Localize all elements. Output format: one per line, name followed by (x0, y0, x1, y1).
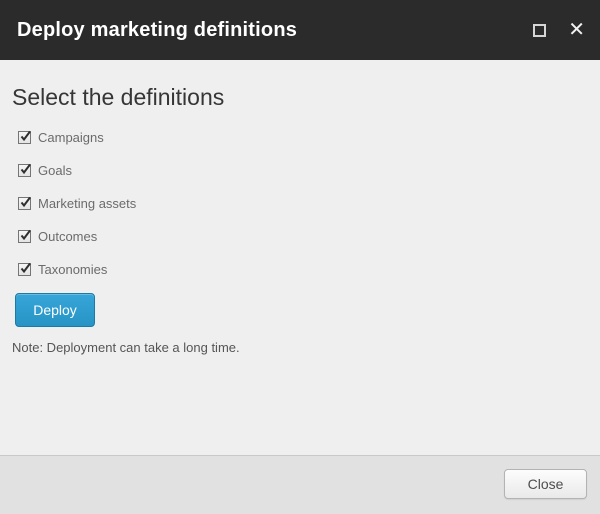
page-title: Select the definitions (12, 84, 225, 110)
checkmark-icon (20, 196, 31, 208)
checkbox[interactable] (18, 196, 31, 210)
checkbox[interactable] (18, 262, 31, 276)
checkbox-row[interactable]: Marketing assets (18, 187, 136, 220)
dialog-title: Deploy marketing definitions (17, 18, 298, 41)
deploy-button[interactable]: Deploy (15, 293, 95, 327)
close-icon[interactable]: ✕ (568, 20, 585, 40)
checkbox-label: Outcomes (38, 229, 98, 244)
checkbox-row[interactable]: Goals (18, 154, 136, 187)
maximize-icon[interactable] (533, 23, 547, 37)
deploy-dialog: Deploy marketing definitions ✕ Select th… (0, 0, 600, 514)
window-controls: ✕ (533, 20, 585, 40)
checkbox[interactable] (18, 130, 31, 144)
checkbox-label: Goals (38, 163, 72, 178)
checkbox[interactable] (18, 229, 31, 243)
checkbox-row[interactable]: Taxonomies (18, 253, 136, 286)
dialog-footer: Close (0, 455, 600, 514)
checkbox-label: Taxonomies (38, 262, 108, 277)
definitions-list: Campaigns Goals Marketing assets Outcome… (18, 121, 136, 286)
checkmark-icon (20, 262, 31, 274)
checkbox-label: Campaigns (38, 130, 104, 145)
checkbox-label: Marketing assets (38, 196, 137, 211)
checkbox-row[interactable]: Campaigns (18, 121, 136, 154)
checkbox-row[interactable]: Outcomes (18, 220, 136, 253)
dialog-header: Deploy marketing definitions ✕ (0, 0, 600, 60)
checkbox[interactable] (18, 163, 31, 177)
checkmark-icon (20, 229, 31, 241)
close-button[interactable]: Close (504, 469, 587, 499)
checkmark-icon (20, 130, 31, 142)
checkmark-icon (20, 163, 31, 175)
note-text: Note: Deployment can take a long time. (12, 340, 240, 355)
